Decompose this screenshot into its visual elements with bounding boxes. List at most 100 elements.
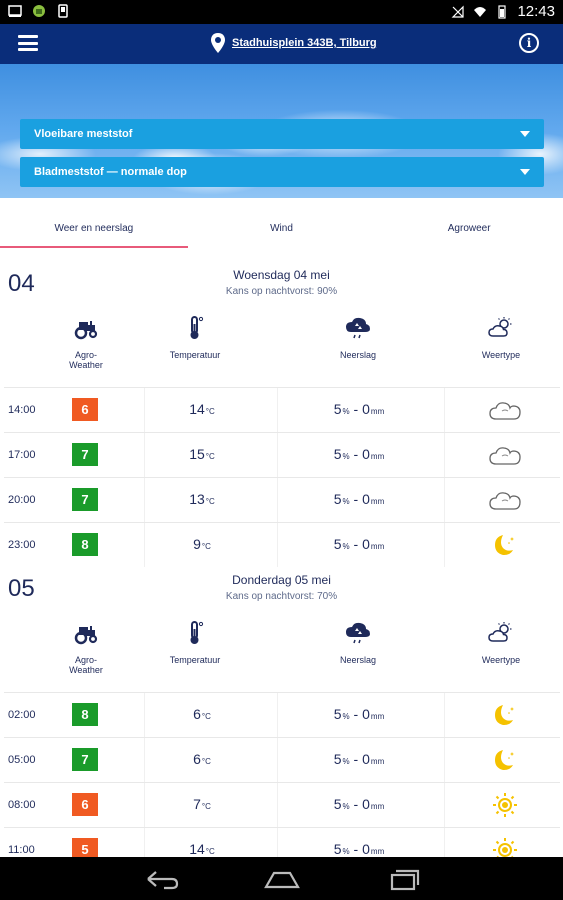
precipitation-value: 5% - 0mm	[333, 536, 385, 552]
menu-icon[interactable]	[18, 35, 38, 51]
column-header-label: Neerslag	[339, 350, 377, 360]
wifi-icon	[474, 6, 487, 17]
status-bar: 12:43	[0, 0, 563, 24]
location-selector[interactable]: Stadhuisplein 343B, Tilburg	[210, 33, 377, 53]
thermometer-icon	[182, 621, 208, 645]
agro-score-badge: 6	[72, 793, 98, 816]
column-header-rain: Neerslag	[318, 316, 398, 360]
column-divider	[444, 693, 445, 737]
column-header-temp: Temperatuur	[155, 621, 235, 665]
column-divider	[144, 738, 145, 782]
column-divider	[277, 388, 278, 432]
column-header-agro: Agro- Weather	[56, 316, 116, 370]
temperature-value: 6°C	[193, 706, 211, 722]
column-header-agro: Agro- Weather	[56, 621, 116, 675]
column-divider	[277, 693, 278, 737]
sky-header: Vloeibare meststof Bladmeststof — normal…	[0, 64, 563, 198]
back-icon[interactable]	[142, 867, 182, 891]
tab-weather-precipitation[interactable]: Weer en neerslag	[0, 210, 188, 248]
column-divider	[144, 523, 145, 567]
column-headers: Agro- Weather Temperatuur Neerslag Weertype	[0, 316, 563, 386]
precipitation-value: 5% - 0mm	[333, 491, 385, 507]
precipitation-value: 5% - 0mm	[333, 751, 385, 767]
temperature-value: 14°C	[189, 841, 215, 857]
nozzle-type-value: Bladmeststof — normale dop	[34, 166, 187, 178]
forecast-time: 02:00	[8, 709, 36, 721]
precipitation-value: 5% - 0mm	[333, 841, 385, 857]
agro-score-badge: 6	[72, 398, 98, 421]
column-divider	[144, 388, 145, 432]
day-header: 04 Woensdag 04 mei Kans op nachtvorst: 90%	[0, 268, 563, 308]
location-label: Stadhuisplein 343B, Tilburg	[232, 37, 377, 49]
forecast-time: 05:00	[8, 754, 36, 766]
fertilizer-type-dropdown[interactable]: Vloeibare meststof	[20, 119, 544, 149]
temperature-value: 13°C	[189, 491, 215, 507]
app-bar: Stadhuisplein 343B, Tilburg i	[0, 24, 563, 64]
temperature-value: 6°C	[193, 751, 211, 767]
frost-chance: Kans op nachtvorst: 70%	[225, 591, 338, 602]
agro-score-badge: 8	[72, 533, 98, 556]
forecast-time: 23:00	[8, 539, 36, 551]
column-divider	[444, 738, 445, 782]
column-header-rain: Neerslag	[318, 621, 398, 665]
info-icon[interactable]: i	[519, 33, 539, 53]
tab-label: Weer en neerslag	[54, 223, 134, 234]
cloud-icon	[488, 442, 522, 468]
forecast-row: 14:00 6 14°C 5% - 0mm	[4, 387, 560, 432]
moon-icon	[488, 532, 522, 558]
android-notification-icon	[33, 5, 45, 17]
forecast-row: 23:00 8 9°C 5% - 0mm	[4, 522, 560, 567]
home-icon[interactable]	[262, 867, 302, 891]
column-header-label: Agro- Weather	[69, 350, 103, 370]
forecast-time: 20:00	[8, 494, 36, 506]
tab-label: Agroweer	[447, 223, 491, 234]
column-divider	[144, 433, 145, 477]
recent-apps-icon[interactable]	[382, 867, 422, 891]
column-divider	[444, 783, 445, 827]
agro-score-badge: 7	[72, 443, 98, 466]
moon-icon	[488, 702, 522, 728]
column-divider	[277, 433, 278, 477]
weather-type-icon	[488, 621, 514, 645]
tractor-icon	[73, 316, 99, 340]
agro-score-badge: 7	[72, 488, 98, 511]
tab-wind[interactable]: Wind	[188, 210, 376, 248]
column-header-type: Weertype	[461, 316, 541, 360]
column-header-type: Weertype	[461, 621, 541, 665]
column-divider	[444, 523, 445, 567]
column-divider	[444, 433, 445, 477]
fertilizer-type-value: Vloeibare meststof	[34, 128, 133, 140]
tab-agroweather[interactable]: Agroweer	[375, 210, 563, 248]
precipitation-value: 5% - 0mm	[333, 446, 385, 462]
column-divider	[444, 388, 445, 432]
forecast-row: 20:00 7 13°C 5% - 0mm	[4, 477, 560, 522]
tab-label: Wind	[270, 223, 293, 234]
nozzle-type-dropdown[interactable]: Bladmeststof — normale dop	[20, 157, 544, 187]
column-header-label: Weertype	[481, 350, 521, 360]
forecast-row: 02:00 8 6°C 5% - 0mm	[4, 692, 560, 737]
column-divider	[144, 783, 145, 827]
battery-icon	[498, 4, 507, 19]
temperature-value: 7°C	[193, 796, 211, 812]
tab-bar: Weer en neerslag Wind Agroweer	[0, 210, 563, 248]
tractor-icon	[73, 621, 99, 645]
day-title: Donderdag 05 mei	[232, 573, 331, 587]
cloud-icon	[488, 397, 522, 423]
column-header-label: Weertype	[481, 655, 521, 665]
thermometer-icon	[182, 316, 208, 340]
system-nav-bar	[0, 857, 563, 900]
forecast-row: 05:00 7 6°C 5% - 0mm	[4, 737, 560, 782]
temperature-value: 15°C	[189, 446, 215, 462]
phone-notification-icon	[58, 4, 68, 18]
column-divider	[277, 523, 278, 567]
column-divider	[277, 478, 278, 522]
location-pin-icon	[211, 33, 225, 53]
chevron-down-icon	[520, 131, 530, 137]
column-divider	[144, 693, 145, 737]
precipitation-value: 5% - 0mm	[333, 796, 385, 812]
day-title: Woensdag 04 mei	[233, 268, 330, 282]
forecast-time: 08:00	[8, 799, 36, 811]
forecast-time: 14:00	[8, 404, 36, 416]
screenshot-notification-icon	[8, 5, 22, 17]
forecast-time: 17:00	[8, 449, 36, 461]
